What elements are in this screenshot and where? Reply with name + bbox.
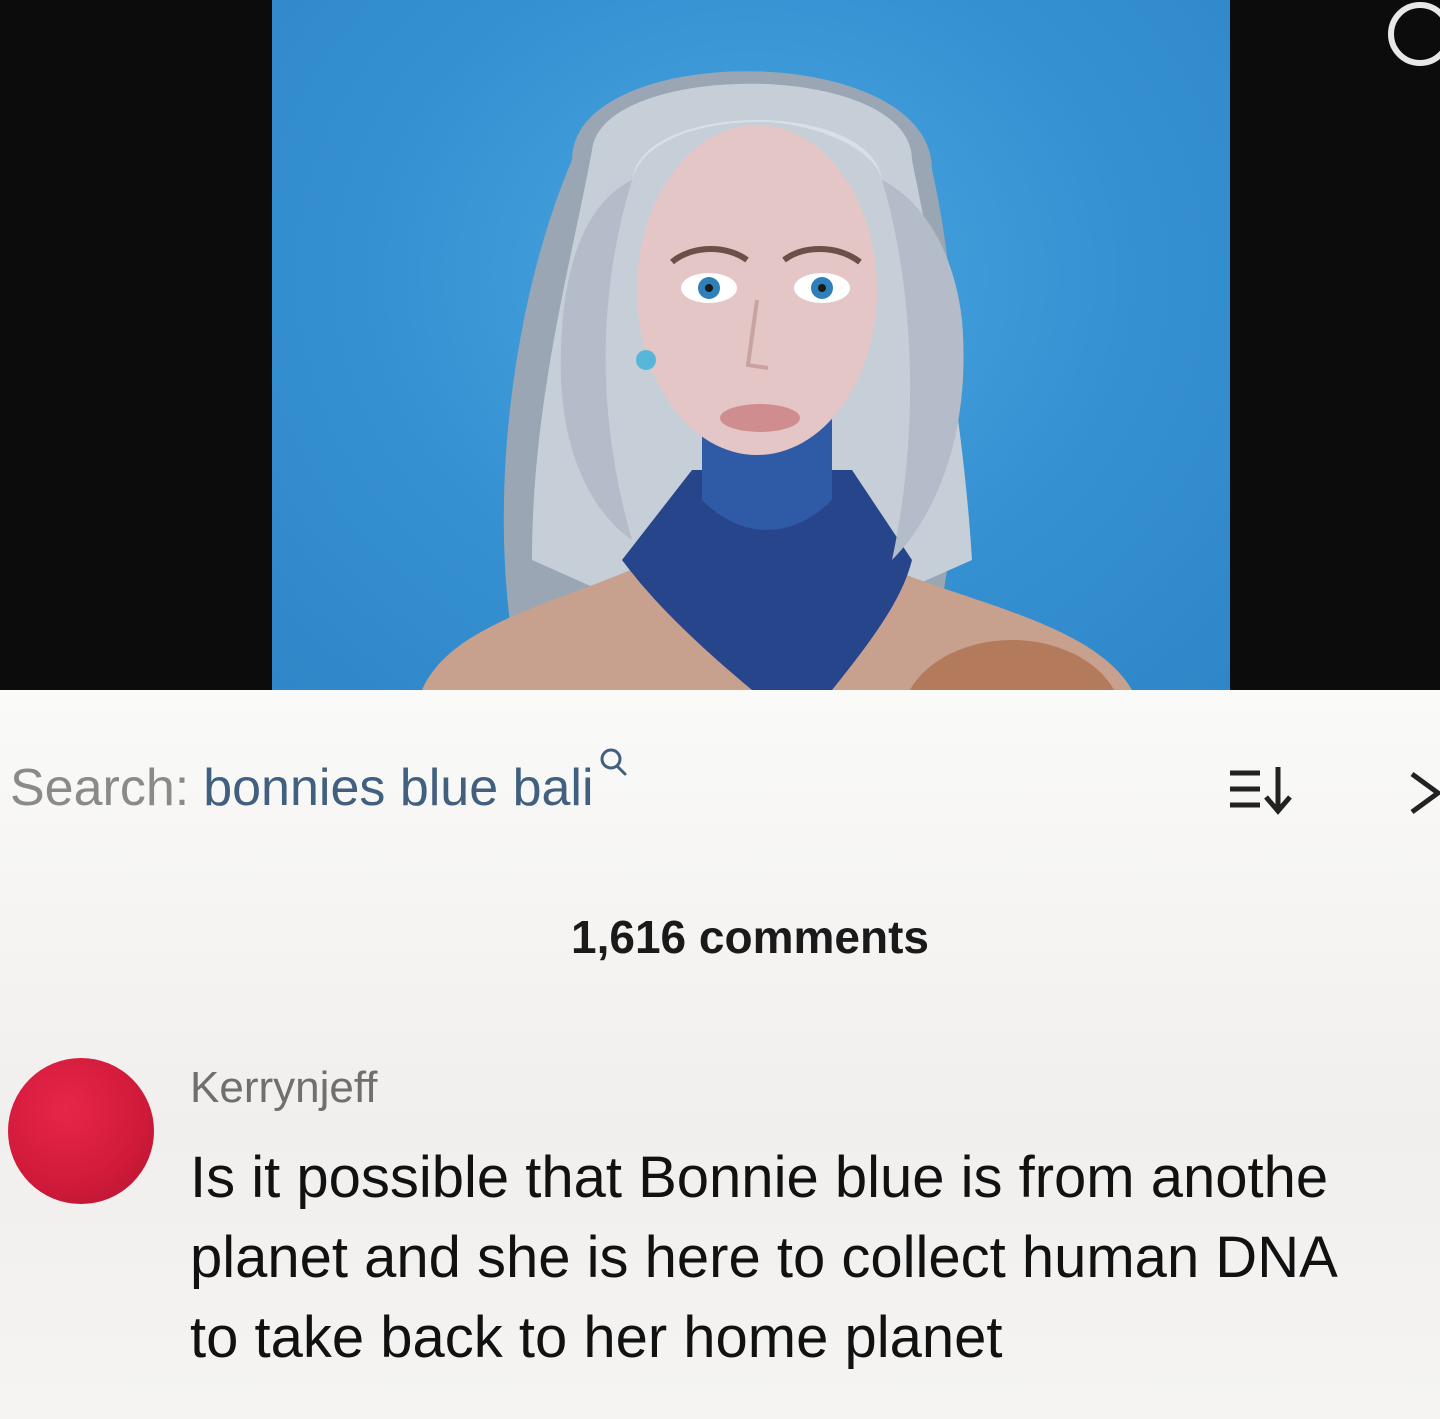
search-prefix: Search:	[10, 759, 190, 817]
comment-count: 1,616 comments	[571, 911, 929, 963]
background-blurred-text	[60, 20, 290, 344]
video-frame-image	[422, 71, 1132, 690]
comment-text: Is it possible that Bonnie blue is from …	[190, 1138, 1440, 1378]
avatar[interactable]	[8, 1058, 154, 1204]
search-icon[interactable]	[598, 747, 628, 777]
media-area	[0, 0, 1440, 690]
comment-line: planet and she is here to collect human …	[190, 1225, 1338, 1290]
screen: Search: bonnies blue bali 1,616 comments…	[0, 0, 1440, 1419]
video-player[interactable]	[272, 0, 1230, 690]
sort-icon[interactable]	[1226, 765, 1298, 815]
comment-line: to take back to her home planet	[190, 1305, 1003, 1370]
circle-icon[interactable]	[1388, 2, 1440, 66]
close-icon[interactable]	[1408, 768, 1440, 818]
search-term-link[interactable]: bonnies blue bali	[203, 758, 593, 818]
comment-line: Is it possible that Bonnie blue is from …	[190, 1145, 1329, 1210]
comment-username[interactable]: Kerrynjeff	[190, 1063, 378, 1113]
search-bar[interactable]: Search: bonnies blue bali	[10, 748, 628, 828]
